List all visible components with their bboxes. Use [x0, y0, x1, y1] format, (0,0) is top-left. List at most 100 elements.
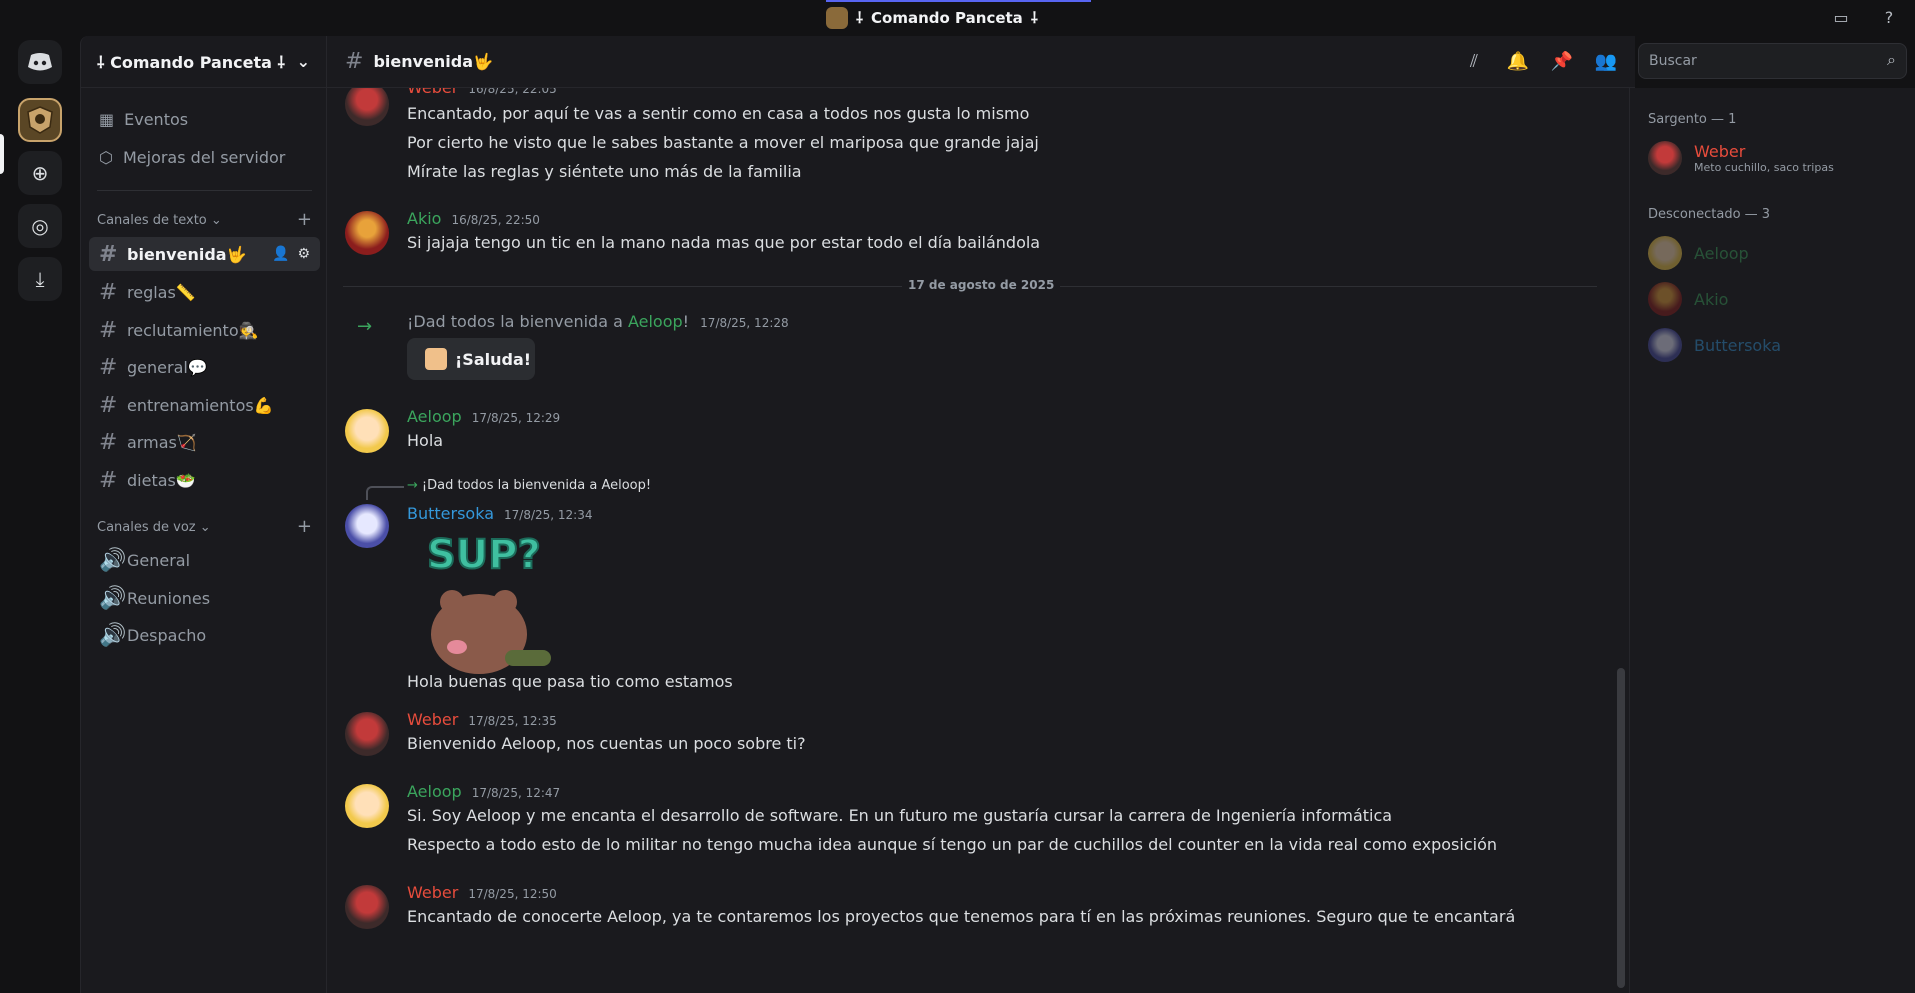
timestamp: 17/8/25, 12:28	[700, 316, 789, 330]
chevron-down-icon: ⌄	[199, 520, 211, 535]
help-icon[interactable]: ?	[1878, 8, 1900, 28]
voice-reuniones[interactable]: 🔊 Reuniones	[89, 581, 320, 615]
discord-home-icon[interactable]	[18, 40, 62, 84]
hash-icon: #	[99, 467, 118, 493]
boost-icon: ⬡	[99, 147, 113, 167]
threads-icon[interactable]: ⫽	[1462, 50, 1486, 74]
channel-armas[interactable]: # armas🏹	[89, 425, 320, 459]
explore-icon[interactable]: ◎	[18, 204, 62, 248]
sticker-bear-cheek	[447, 640, 467, 654]
title-knife-icon: ⸸	[856, 9, 864, 27]
channel-sidebar: ⸸ Comando Panceta ⸸ ⌄ ▦ Eventos ⬡ Mejora…	[80, 36, 327, 993]
hash-icon: #	[99, 429, 118, 455]
invite-icon[interactable]: 👤	[272, 246, 289, 262]
timestamp: 17/8/25, 12:50	[468, 887, 557, 901]
nav-events[interactable]: ▦ Eventos	[89, 102, 320, 136]
join-arrow-icon: →	[407, 478, 418, 493]
member-name: Weber	[1694, 142, 1746, 161]
message-text: Por cierto he visto que le sabes bastant…	[407, 133, 1039, 152]
voice-general[interactable]: 🔊 General	[89, 543, 320, 577]
text-category[interactable]: Canales de texto ⌄ +	[97, 211, 312, 229]
avatar[interactable]	[345, 504, 389, 548]
timestamp: 16/8/25, 22:50	[451, 213, 540, 227]
wave-button[interactable]: ¡Saluda!	[407, 338, 535, 380]
channel-entrenamientos[interactable]: # entrenamientos💪	[89, 388, 320, 422]
channel-reglas[interactable]: # reglas📏	[89, 275, 320, 309]
add-channel-icon[interactable]: +	[297, 211, 312, 229]
search-input[interactable]: Buscar ⌕	[1638, 43, 1907, 79]
server-list: ⊕ ◎ ⤓	[0, 36, 80, 993]
member-name: Aeloop	[1694, 243, 1749, 263]
reply-preview[interactable]: → ¡Dad todos la bienvenida a Aeloop!	[407, 478, 651, 493]
add-channel-icon[interactable]: +	[297, 518, 312, 536]
username[interactable]: Weber	[407, 88, 458, 97]
download-icon[interactable]: ⤓	[18, 257, 62, 301]
system-message: ¡Dad todos la bienvenida a Aeloop! 17/8/…	[407, 312, 789, 331]
gear-icon[interactable]: ⚙	[297, 246, 310, 262]
nav-server-boost[interactable]: ⬡ Mejoras del servidor	[89, 140, 320, 174]
timestamp: 17/8/25, 12:35	[468, 714, 557, 728]
chevron-down-icon: ⌄	[296, 52, 310, 71]
avatar	[1648, 236, 1682, 270]
date-divider-label: 17 de agosto de 2025	[902, 278, 1061, 292]
server-header[interactable]: ⸸ Comando Panceta ⸸ ⌄	[81, 36, 326, 88]
channel-general[interactable]: # general💬	[89, 350, 320, 384]
username[interactable]: Weber	[407, 710, 458, 729]
reply-connector	[366, 486, 404, 500]
server-badge-icon	[826, 7, 848, 29]
avatar[interactable]	[345, 784, 389, 828]
member-name: Buttersoka	[1694, 335, 1781, 355]
username[interactable]: Buttersoka	[407, 504, 494, 523]
avatar	[1648, 141, 1682, 175]
username[interactable]: Aeloop	[407, 782, 462, 801]
member-weber[interactable]: Weber Meto cuchillo, saco tripas	[1648, 141, 1834, 175]
chevron-down-icon: ⌄	[210, 213, 222, 228]
message-text: Respecto a todo esto de lo militar no te…	[407, 835, 1497, 854]
sticker-text: SUP?	[427, 532, 541, 578]
inbox-icon[interactable]: ▭	[1830, 8, 1852, 28]
avatar[interactable]	[345, 88, 389, 126]
username[interactable]: Aeloop	[628, 312, 683, 331]
username[interactable]: Weber	[407, 883, 458, 902]
avatar[interactable]	[345, 409, 389, 453]
server-crest-icon	[27, 106, 53, 134]
username[interactable]: Akio	[407, 209, 441, 228]
channel-bienvenida[interactable]: # bienvenida🤟 👤 ⚙	[89, 237, 320, 271]
username[interactable]: Aeloop	[407, 407, 462, 426]
search-icon: ⌕	[1887, 50, 1896, 69]
channel-reclutamiento[interactable]: # reclutamiento🕵	[89, 313, 320, 347]
scrollbar[interactable]	[1617, 668, 1625, 988]
member-buttersoka[interactable]: Buttersoka	[1648, 328, 1781, 362]
sticker-image[interactable]: SUP?	[417, 532, 567, 682]
hash-icon: #	[99, 317, 118, 343]
calendar-icon: ▦	[99, 109, 115, 129]
members-icon[interactable]: 👥	[1594, 50, 1618, 74]
hash-icon: #	[99, 279, 118, 305]
timestamp: 17/8/25, 12:47	[471, 786, 561, 800]
sticker-bear-ear	[493, 590, 517, 614]
member-akio[interactable]: Akio	[1648, 282, 1728, 316]
channel-dietas[interactable]: # dietas🥗	[89, 463, 320, 497]
avatar	[1648, 282, 1682, 316]
pin-icon[interactable]: 📌	[1550, 50, 1574, 74]
message-text: Encantado, por aquí te vas a sentir como…	[407, 104, 1030, 123]
add-server-icon[interactable]: ⊕	[18, 151, 62, 195]
message-text: Si jajaja tengo un tic en la mano nada m…	[407, 233, 1041, 252]
voice-despacho[interactable]: 🔊 Despacho	[89, 618, 320, 652]
discord-logo-icon	[28, 53, 52, 71]
bell-icon[interactable]: 🔔	[1506, 50, 1530, 74]
avatar[interactable]	[345, 211, 389, 255]
member-group-label: Desconectado — 3	[1648, 207, 1771, 222]
member-group-label: Sargento — 1	[1648, 112, 1737, 127]
avatar[interactable]	[345, 885, 389, 929]
avatar[interactable]	[345, 712, 389, 756]
server-comando-panceta[interactable]	[18, 98, 62, 142]
message-text: Encantado de conocerte Aeloop, ya te con…	[407, 907, 1516, 926]
member-aeloop[interactable]: Aeloop	[1648, 236, 1749, 270]
message-text: Hola	[407, 431, 444, 450]
wave-hand-icon	[425, 348, 447, 370]
speaker-icon: 🔊	[99, 547, 127, 573]
message-text: Si. Soy Aeloop y me encanta el desarroll…	[407, 806, 1393, 825]
voice-category[interactable]: Canales de voz ⌄ +	[97, 518, 312, 536]
sticker-bear-leg	[505, 650, 551, 666]
